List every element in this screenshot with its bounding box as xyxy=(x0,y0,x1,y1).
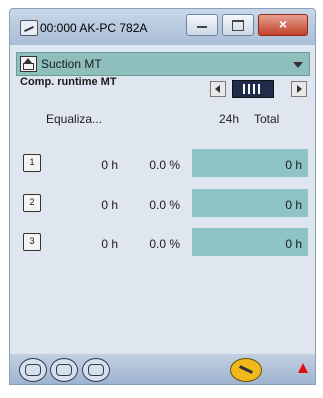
chevron-down-icon xyxy=(293,62,303,68)
home-icon xyxy=(20,56,37,72)
title-bar: 00:000 AK-PC 782A × xyxy=(10,9,315,45)
equalize-hours: 0 h xyxy=(101,237,118,251)
compressor-runtime-button[interactable] xyxy=(82,358,110,382)
runtime-total: 0 h xyxy=(285,237,302,251)
table-row: 1 0 h 0.0 % 0 h xyxy=(16,149,308,177)
service-tool-button[interactable] xyxy=(230,358,262,382)
section-title: Comp. runtime MT xyxy=(20,76,117,88)
compressor-icon[interactable]: 3 xyxy=(23,233,41,251)
compressor-icon xyxy=(25,364,41,376)
alarm-bell-icon[interactable] xyxy=(298,363,308,373)
close-icon: × xyxy=(278,16,288,32)
app-icon xyxy=(20,20,38,36)
app-window: 00:000 AK-PC 782A × Suction MT Comp. run… xyxy=(9,8,316,385)
maximize-button[interactable] xyxy=(222,14,254,36)
table-row: 2 0 h 0.0 % 0 h xyxy=(16,189,308,217)
compressor-icon[interactable]: 1 xyxy=(23,154,41,172)
compressor-icon xyxy=(88,364,104,376)
column-header-24h: 24h xyxy=(219,112,240,126)
compressor-overview-button[interactable] xyxy=(19,358,47,382)
minimize-button[interactable] xyxy=(186,14,218,36)
equalize-hours: 0 h xyxy=(101,198,118,212)
runtime-24h: 0.0 % xyxy=(149,198,180,212)
compressor-number: 1 xyxy=(29,157,35,167)
window-title: 00:000 AK-PC 782A xyxy=(40,21,148,35)
equalize-hours: 0 h xyxy=(101,158,118,172)
bottom-toolbar xyxy=(10,354,315,384)
compressor-icon[interactable]: 2 xyxy=(23,194,41,212)
suction-group-dropdown[interactable]: Suction MT xyxy=(16,52,310,76)
next-page-button[interactable] xyxy=(291,81,307,97)
runtime-total: 0 h xyxy=(285,198,302,212)
runtime-24h: 0.0 % xyxy=(149,237,180,251)
selected-suction-group: Suction MT xyxy=(41,57,102,71)
compressor-status-button[interactable] xyxy=(50,358,78,382)
column-header-equalize: Equaliza... xyxy=(46,112,103,126)
close-button[interactable]: × xyxy=(258,14,308,36)
runtime-total: 0 h xyxy=(285,158,302,172)
compressor-number: 2 xyxy=(29,197,35,207)
table-row: 3 0 h 0.0 % 0 h xyxy=(16,228,308,256)
compressor-number: 3 xyxy=(29,236,35,246)
runtime-24h: 0.0 % xyxy=(149,158,180,172)
compressor-icon xyxy=(56,364,72,376)
previous-page-button[interactable] xyxy=(210,81,226,97)
column-header-total: Total xyxy=(254,112,280,126)
page-indicator xyxy=(232,80,274,98)
